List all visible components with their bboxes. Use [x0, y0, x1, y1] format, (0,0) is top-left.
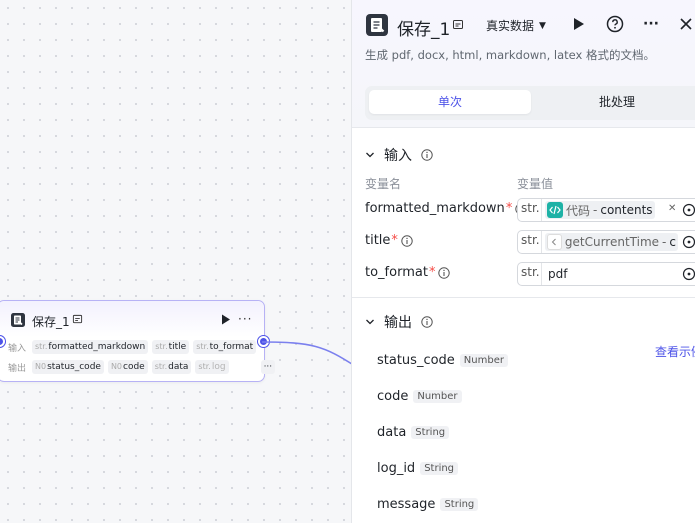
edit-icon[interactable]: [72, 314, 83, 325]
info-icon[interactable]: [421, 316, 433, 328]
panel-description: 生成 pdf, docx, html, markdown, latex 格式的文…: [365, 48, 655, 62]
output-section-title: 输出: [384, 315, 412, 331]
input-label: 输入: [8, 343, 27, 354]
output-label: 输出: [8, 363, 27, 374]
input-var-to-format: to_format * str. pdf: [365, 262, 695, 286]
required-marker: *: [505, 201, 513, 216]
tab-batch[interactable]: 批处理: [537, 90, 695, 114]
var-name: title *: [365, 233, 413, 248]
var-name: to_format *: [365, 265, 451, 280]
output-section-header[interactable]: 输出: [365, 312, 433, 332]
chevron-down-icon: [366, 152, 374, 158]
output-param-code: N0code: [107, 360, 148, 374]
document-save-icon: [366, 14, 388, 36]
type-tag: str.: [521, 233, 540, 247]
variable-value[interactable]: pdf: [548, 267, 567, 281]
caret-down-icon: ▼: [539, 20, 546, 31]
variable-reference-field[interactable]: str. 代码 - contents ✕: [517, 198, 695, 222]
more-options-icon[interactable]: ···: [641, 14, 661, 34]
section-divider: [352, 297, 695, 298]
data-mode-select[interactable]: 真实数据 ▼: [486, 17, 546, 34]
type-badge: String: [411, 425, 450, 439]
type-badge: String: [420, 461, 459, 475]
variable-reference-field[interactable]: str. getCurrentTime - c: [517, 230, 695, 254]
run-mode-tabs: 单次 批处理: [365, 86, 695, 120]
edit-icon[interactable]: [452, 19, 464, 31]
var-name: formatted_markdown *: [365, 201, 528, 216]
chevron-down-icon: [366, 319, 374, 325]
input-param-formatted-markdown: str.formatted_markdown: [32, 340, 149, 354]
type-tag: str.: [521, 265, 540, 279]
data-mode-label: 真实数据: [486, 19, 535, 33]
workflow-node-save[interactable]: 保存_1 ··· 输入 str.formatted_markdown str.t…: [0, 300, 276, 382]
node-output-row: 输出 N0status_code N0code str.data str.log…: [8, 360, 276, 374]
required-marker: *: [428, 265, 436, 280]
variable-picker-icon[interactable]: [682, 203, 695, 217]
code-icon: [547, 202, 563, 218]
output-field: message String: [377, 495, 479, 513]
close-button[interactable]: [676, 14, 695, 34]
more-options-icon[interactable]: ···: [238, 312, 252, 326]
play-icon: [574, 18, 584, 30]
output-field: log_id String: [377, 459, 459, 477]
output-param-status-code: N0status_code: [32, 360, 104, 374]
required-marker: *: [391, 233, 398, 248]
variable-picker-icon[interactable]: [682, 267, 695, 281]
type-badge: Number: [459, 353, 508, 367]
output-field: code Number: [377, 387, 462, 405]
type-badge: Number: [413, 389, 462, 403]
input-var-title: title * str. getCurrentTime - c: [365, 230, 695, 254]
input-param-title: str.title: [152, 340, 190, 354]
reference-chip[interactable]: getCurrentTime - c: [545, 233, 678, 251]
remove-reference-icon[interactable]: ✕: [668, 203, 676, 214]
node-config-panel: 保存_1 真实数据 ▼ ··· 生成 pdf, docx, html, mark…: [351, 0, 695, 523]
help-circle-icon: [606, 15, 624, 33]
node-title: 保存_1: [32, 315, 70, 329]
plugin-icon: [547, 234, 562, 250]
info-icon[interactable]: [401, 234, 413, 247]
variable-picker-icon[interactable]: [682, 235, 695, 249]
reference-chip[interactable]: 代码 - contents: [545, 201, 655, 219]
help-button[interactable]: [605, 14, 625, 34]
close-icon: [680, 18, 692, 30]
output-param-log: str.log: [195, 360, 229, 374]
input-section-header[interactable]: 输入: [365, 145, 433, 165]
info-icon[interactable]: [421, 149, 433, 161]
input-var-formatted-markdown: formatted_markdown * str. 代码 - contents ✕: [365, 198, 695, 222]
connection-edge: [262, 341, 356, 367]
type-badge: String: [440, 497, 479, 511]
output-field: status_code Number: [377, 351, 508, 369]
column-variable-value: 变量值: [517, 177, 554, 191]
play-icon[interactable]: [221, 314, 231, 325]
document-save-icon: [11, 313, 25, 327]
panel-title: 保存_1: [397, 20, 451, 40]
node-input-row: 输入 str.formatted_markdown str.title str.…: [8, 340, 257, 354]
column-variable-name: 变量名: [365, 177, 402, 191]
input-section-title: 输入: [384, 148, 412, 164]
tab-single[interactable]: 单次: [369, 90, 531, 114]
run-button[interactable]: [569, 14, 589, 34]
panel-header: 保存_1 真实数据 ▼ ··· 生成 pdf, docx, html, mark…: [352, 0, 695, 128]
info-icon[interactable]: [438, 266, 451, 279]
output-param-data: str.data: [151, 360, 192, 374]
input-param-to-format: str.to_format: [193, 340, 257, 354]
variable-value-input[interactable]: str. pdf: [517, 262, 695, 286]
output-field: data String: [377, 423, 450, 441]
view-example-link[interactable]: 查看示例: [655, 343, 695, 360]
type-tag: str.: [521, 201, 540, 215]
